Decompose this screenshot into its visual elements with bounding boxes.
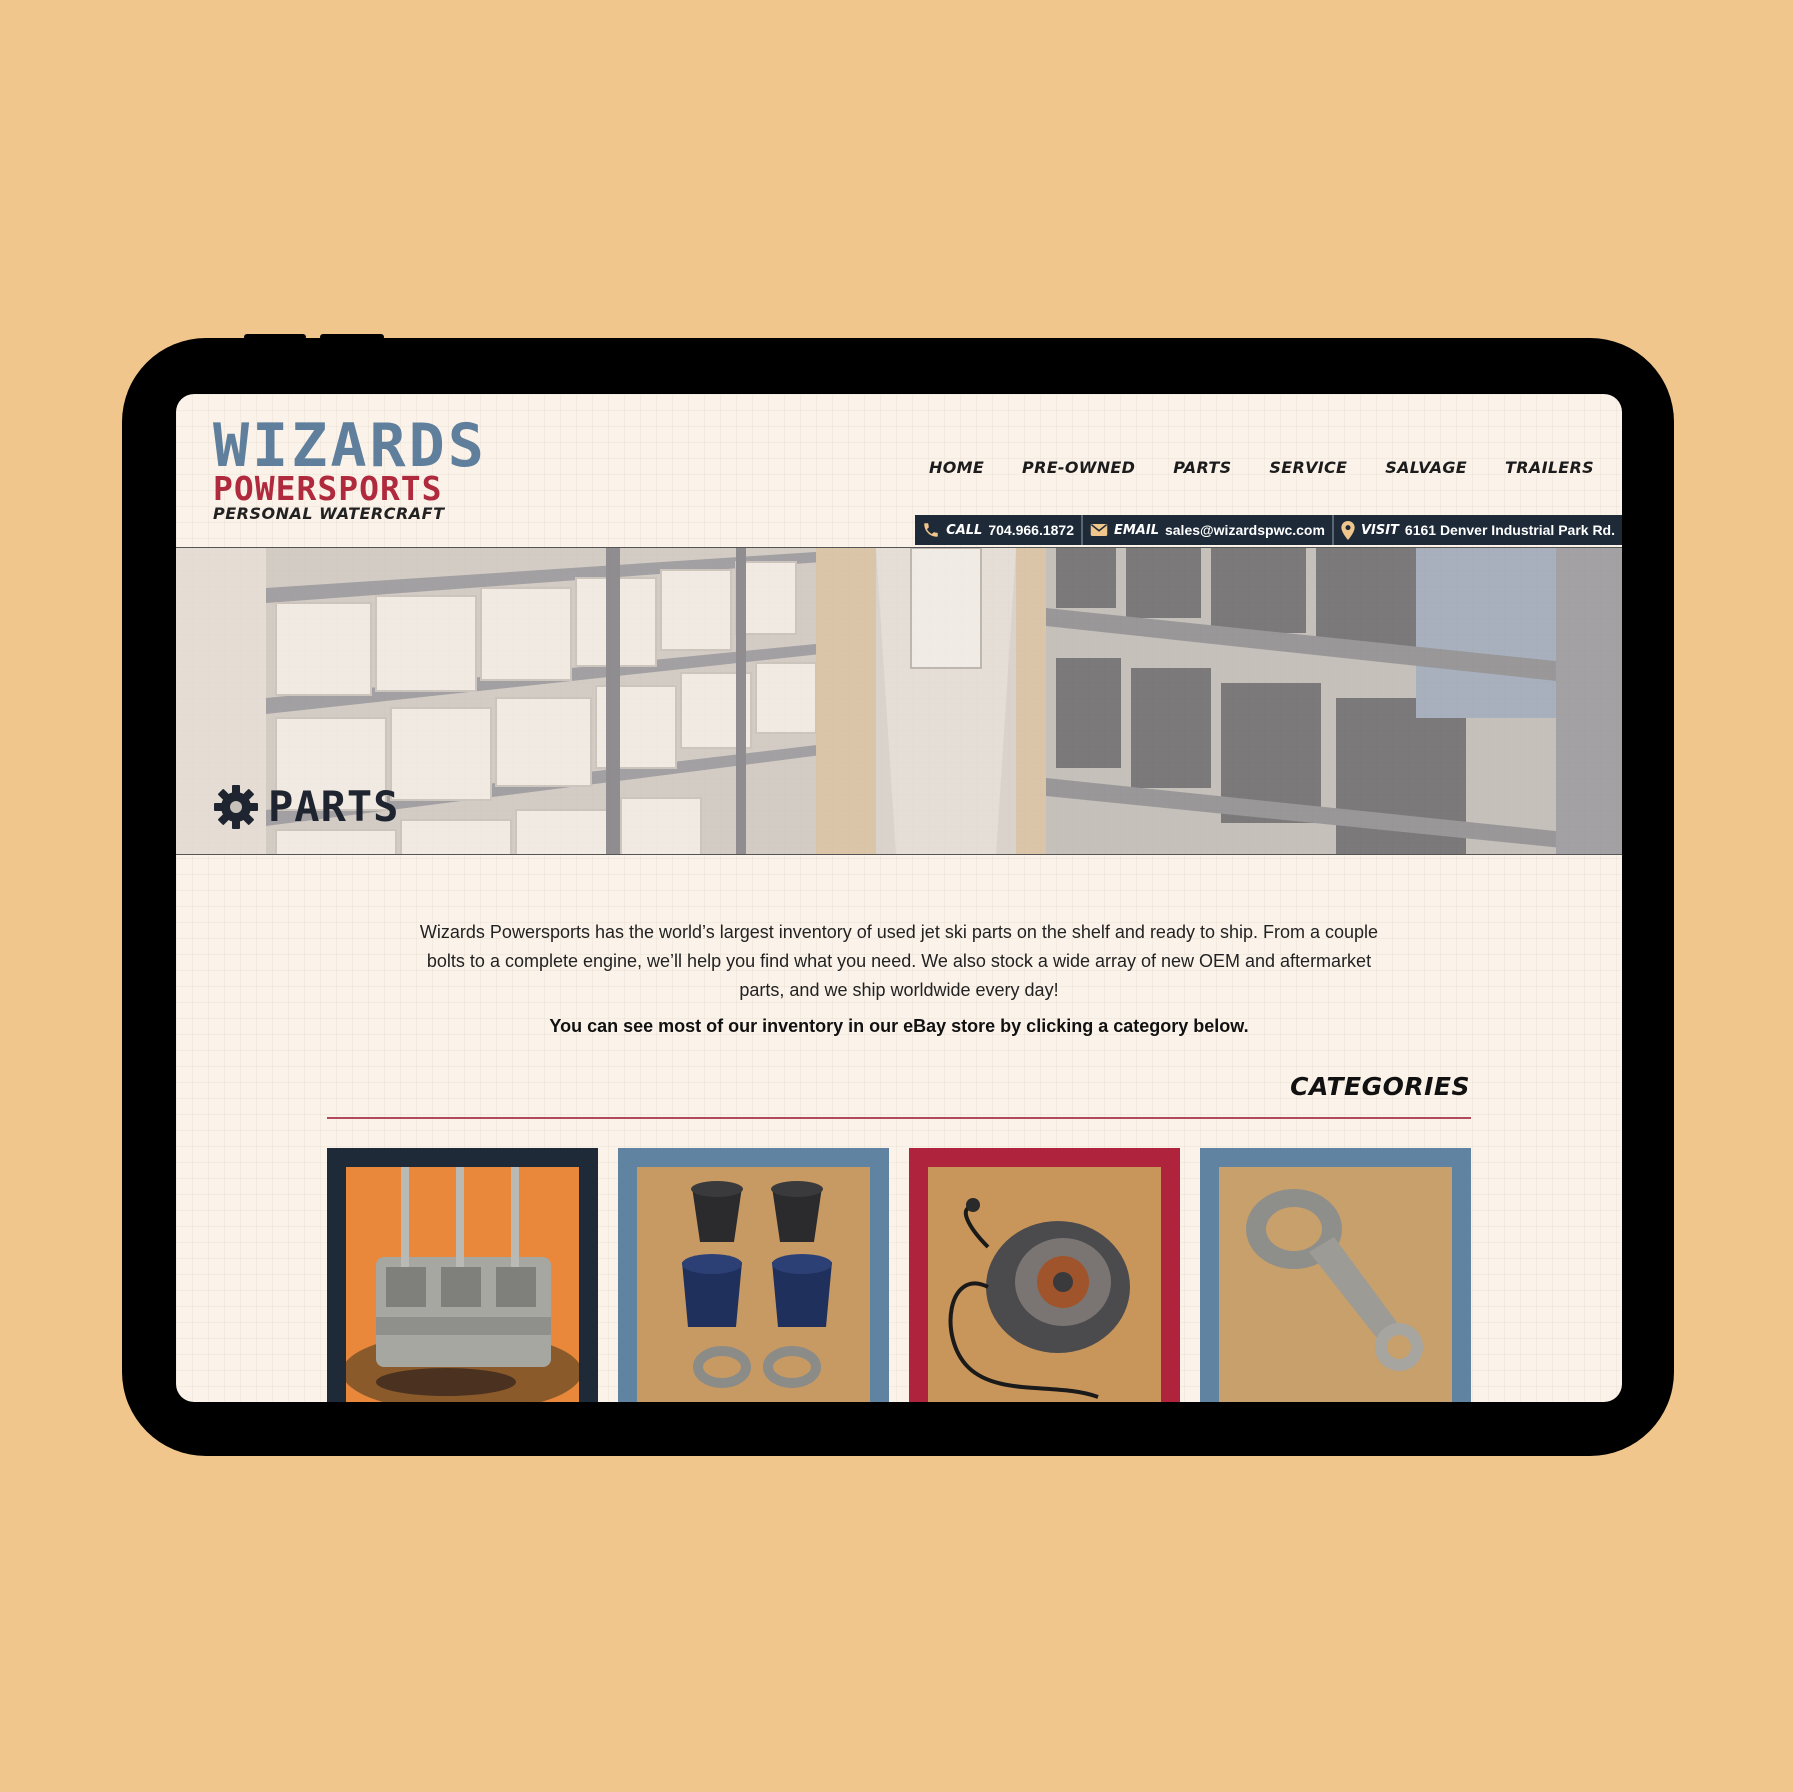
visit-link[interactable]: VISIT 6161 Denver Industrial Park Rd. (1331, 515, 1622, 545)
nav-home[interactable]: HOME (929, 458, 984, 477)
cta-text: You can see most of our inventory in our… (549, 1016, 1249, 1036)
email-link[interactable]: EMAIL sales@wizardspwc.com (1080, 515, 1332, 545)
visit-value: 6161 Denver Industrial Park Rd. (1404, 522, 1615, 538)
category-card-connecting-rod[interactable] (1200, 1148, 1471, 1402)
logo-tagline: PERSONAL WATERCRAFT (213, 504, 445, 523)
envelope-icon (1090, 524, 1108, 536)
hero-banner: PARTS (176, 547, 1622, 855)
air-filters-image (637, 1167, 870, 1402)
gear-icon (214, 784, 258, 829)
phone-icon (924, 523, 938, 537)
stator-image (928, 1167, 1161, 1402)
category-grid (327, 1148, 1471, 1402)
nav-pre-owned[interactable]: PRE-OWNED (1022, 458, 1135, 477)
intro-paragraph: Wizards Powersports has the world’s larg… (419, 922, 1379, 1000)
map-pin-icon (1341, 520, 1355, 540)
call-link[interactable]: CALL 704.966.1872 (915, 515, 1081, 545)
category-card-stator[interactable] (909, 1148, 1180, 1402)
email-label: EMAIL (1113, 522, 1159, 538)
main-nav: HOME PRE-OWNED PARTS SERVICE SALVAGE TRA… (929, 458, 1594, 477)
page-title: PARTS (212, 782, 399, 831)
nav-trailers[interactable]: TRAILERS (1505, 458, 1594, 477)
engine-block-image (346, 1167, 579, 1402)
categories-divider (327, 1117, 1471, 1119)
call-value: 704.966.1872 (988, 522, 1074, 538)
category-card-engine[interactable] (327, 1148, 598, 1402)
email-value: sales@wizardspwc.com (1164, 522, 1325, 538)
logo-powersports: POWERSPORTS (213, 469, 443, 508)
nav-service[interactable]: SERVICE (1269, 458, 1347, 477)
categories-heading: CATEGORIES (1290, 1072, 1470, 1101)
web-page: WIZARDS POWERSPORTS PERSONAL WATERCRAFT … (176, 394, 1622, 1402)
visit-label: VISIT (1360, 522, 1399, 538)
site-logo[interactable]: WIZARDS POWERSPORTS PERSONAL WATERCRAFT (213, 411, 487, 524)
category-card-air-filters[interactable] (618, 1148, 889, 1402)
nav-parts[interactable]: PARTS (1173, 458, 1231, 477)
call-label: CALL (946, 522, 983, 538)
logo-wizards: WIZARDS (213, 411, 487, 481)
contact-bar: CALL 704.966.1872 EMAIL sales@wizardspwc… (915, 515, 1622, 545)
page-title-text: PARTS (268, 782, 400, 831)
nav-salvage[interactable]: SALVAGE (1385, 458, 1467, 477)
connecting-rod-image (1219, 1167, 1452, 1402)
